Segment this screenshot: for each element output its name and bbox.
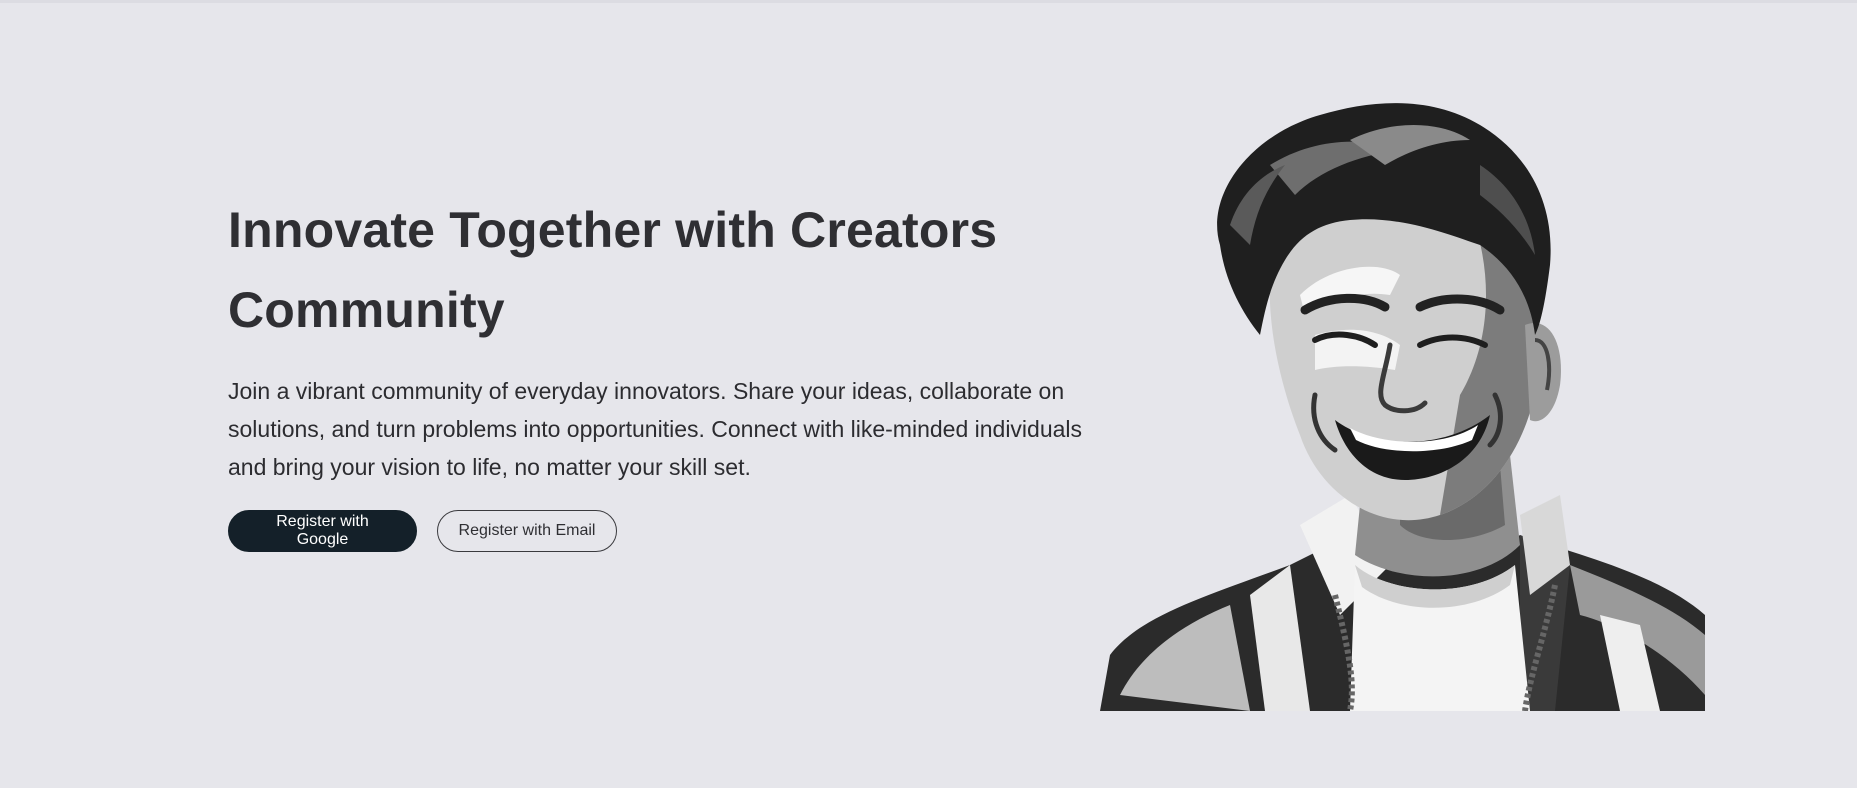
register-email-button[interactable]: Register with Email xyxy=(437,510,617,552)
hero-title: Innovate Together with Creators Communit… xyxy=(228,202,998,338)
hero-description: Join a vibrant community of everyday inn… xyxy=(228,378,1083,480)
register-buttons: Register with Google Register with Email xyxy=(228,510,1098,552)
top-divider xyxy=(0,0,1857,3)
register-google-button[interactable]: Register with Google xyxy=(228,510,417,552)
portrait-illustration xyxy=(1100,95,1705,711)
hero-section: Innovate Together with Creators Communit… xyxy=(228,190,1098,552)
smiling-man-illustration-icon xyxy=(1100,103,1705,711)
